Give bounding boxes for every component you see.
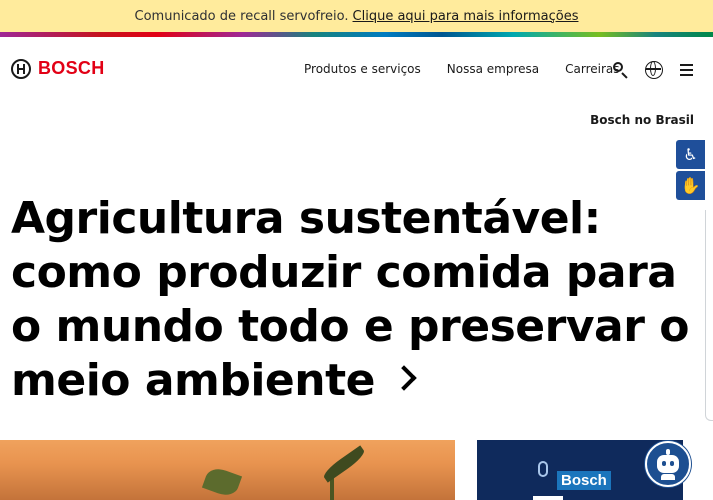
hero-headline: Agricultura sustentável: como produzir c… [11, 193, 689, 406]
hero-teaser-image[interactable] [0, 440, 455, 500]
accessibility-icon: ♿ [683, 145, 698, 164]
chevron-right-icon [391, 365, 417, 391]
nav-item-empresa[interactable]: Nossa empresa [447, 62, 539, 76]
podcast-title-graphic [533, 496, 563, 500]
bosch-armature-icon [11, 58, 31, 79]
search-icon[interactable] [612, 61, 630, 79]
podcast-label: Bosch [557, 471, 611, 490]
nav-item-produtos[interactable]: Produtos e serviços [304, 62, 421, 76]
bosch-logo[interactable]: BOSCH [11, 58, 105, 79]
robot-body [661, 474, 675, 480]
menu-icon[interactable] [678, 61, 696, 79]
recall-text: Comunicado de recall servofreio. [134, 8, 349, 24]
plant-leaf [320, 445, 368, 483]
robot-icon [657, 455, 679, 473]
recall-info-link[interactable]: Clique aqui para mais informações [353, 9, 579, 24]
plant-leaf [201, 464, 243, 500]
main-nav: Produtos e serviços Nossa empresa Carrei… [304, 62, 646, 76]
site-header: BOSCH Produtos e serviços Nossa empresa … [0, 37, 713, 103]
chatbot-button[interactable] [645, 441, 691, 487]
microphone-icon [538, 461, 548, 477]
globe-icon[interactable] [645, 61, 663, 79]
region-selector[interactable]: Bosch no Brasil [590, 113, 694, 127]
logo-text: BOSCH [38, 58, 105, 78]
hero-headline-link[interactable]: Agricultura sustentável: como produzir c… [11, 192, 701, 408]
header-icons [612, 61, 711, 79]
side-panel-edge [705, 210, 713, 421]
recall-banner: Comunicado de recall servofreio. Clique … [0, 0, 713, 32]
accessibility-button[interactable]: ♿ [676, 140, 705, 169]
